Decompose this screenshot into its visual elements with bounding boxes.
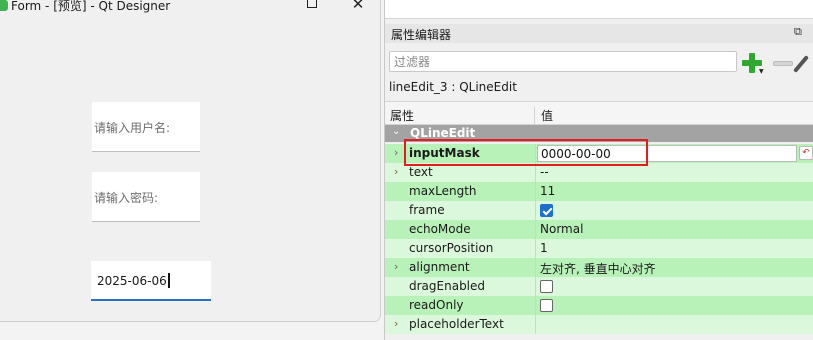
configure-icon[interactable] — [793, 55, 809, 73]
property-value-cell[interactable]: 11 — [535, 182, 813, 201]
float-dock-icon[interactable]: ⧉ — [794, 25, 802, 39]
property-row-placeholdertext[interactable]: › placeholderText — [385, 315, 813, 334]
qt-designer-app-icon — [0, 0, 8, 11]
filter-input[interactable] — [390, 52, 736, 71]
property-name: frame — [409, 203, 445, 217]
property-name: placeholderText — [409, 317, 504, 331]
property-name-cell: echoMode — [385, 220, 535, 239]
property-row-echomode[interactable]: echoMode Normal — [385, 220, 813, 239]
property-value-cell[interactable]: Normal — [535, 220, 813, 239]
property-column-header[interactable]: 属性 — [390, 107, 414, 124]
object-class-label: lineEdit_3 : QLineEdit — [389, 80, 517, 94]
dragenabled-checkbox[interactable] — [540, 280, 553, 293]
top-strip — [385, 0, 813, 19]
property-name: readOnly — [409, 298, 464, 312]
remove-property-icon[interactable] — [773, 61, 793, 66]
window-title: Form - [预览] - Qt Designer — [11, 0, 171, 13]
reset-property-button[interactable]: ↶ — [799, 146, 813, 160]
property-value: -- — [540, 165, 549, 179]
preview-window: Form - [预览] - Qt Designer — ✕ 请输入用户名: 请输… — [0, 0, 381, 322]
close-button[interactable]: ✕ — [348, 0, 368, 12]
minimize-button[interactable]: — — [257, 0, 277, 7]
property-editor-title: 属性编辑器 — [391, 28, 452, 42]
property-name: maxLength — [409, 184, 477, 198]
property-value-cell[interactable] — [535, 296, 813, 315]
inputmask-highlight-box — [404, 139, 648, 166]
property-row-frame[interactable]: frame — [385, 201, 813, 220]
date-input[interactable]: 2025-06-06 — [91, 261, 211, 301]
property-value-cell[interactable]: 1 — [535, 239, 813, 258]
property-name-cell: dragEnabled — [385, 277, 535, 296]
property-name-cell: maxLength — [385, 182, 535, 201]
expand-arrow-icon[interactable]: › — [394, 260, 398, 273]
property-table-header: 属性 值 — [385, 101, 813, 131]
preview-titlebar[interactable]: Form - [预览] - Qt Designer — ✕ — [0, 0, 380, 14]
property-name-cell: frame — [385, 201, 535, 220]
collapse-arrow-icon[interactable]: ⌄ — [392, 126, 400, 137]
property-value: 左对齐, 垂直中心对齐 — [540, 262, 656, 276]
date-text: 2025-06-06 — [97, 274, 167, 288]
property-value-cell[interactable]: 左对齐, 垂直中心对齐 — [535, 258, 813, 277]
expand-arrow-icon[interactable]: › — [394, 165, 398, 178]
property-editor-header: 属性编辑器 ⧉ — [385, 24, 813, 43]
password-placeholder: 请输入密码: — [94, 191, 159, 205]
username-input[interactable]: 请输入用户名: — [92, 102, 200, 152]
property-row-dragenabled[interactable]: dragEnabled — [385, 277, 813, 296]
frame-checkbox[interactable] — [540, 204, 553, 217]
property-name: dragEnabled — [409, 279, 486, 293]
property-name-cell: cursorPosition — [385, 239, 535, 258]
property-editor-panel: 属性编辑器 ⧉ ▼ lineEdit_3 : QLineEdit 属性 值 ⌄ … — [384, 0, 813, 340]
property-value: Normal — [540, 222, 584, 236]
expand-arrow-icon[interactable]: › — [394, 146, 398, 159]
property-value-cell[interactable] — [535, 201, 813, 220]
property-row-cursorposition[interactable]: cursorPosition 1 — [385, 239, 813, 258]
property-value-cell[interactable] — [535, 277, 813, 296]
property-name-cell: › alignment — [385, 258, 535, 277]
property-name-cell: readOnly — [385, 296, 535, 315]
property-name: text — [409, 165, 433, 179]
property-row-alignment[interactable]: › alignment 左对齐, 垂直中心对齐 — [385, 258, 813, 277]
property-name: cursorPosition — [409, 241, 494, 255]
password-input[interactable]: 请输入密码: — [92, 172, 200, 222]
text-cursor — [167, 273, 170, 288]
property-name-cell: › placeholderText — [385, 315, 535, 334]
readonly-checkbox[interactable] — [540, 299, 553, 312]
add-dropdown-arrow-icon[interactable]: ▼ — [759, 68, 764, 75]
property-value: 1 — [540, 241, 548, 255]
username-placeholder: 请输入用户名: — [94, 121, 171, 135]
property-row-readonly[interactable]: readOnly — [385, 296, 813, 315]
property-value-cell[interactable] — [535, 315, 813, 334]
property-name: echoMode — [409, 222, 471, 236]
property-name: alignment — [409, 260, 470, 274]
expand-arrow-icon[interactable]: › — [394, 317, 398, 330]
property-value: 11 — [540, 184, 556, 198]
date-input-value: 2025-06-06 — [97, 273, 170, 288]
filter-field[interactable] — [389, 51, 737, 72]
group-name: QLineEdit — [410, 126, 476, 140]
value-column-header[interactable]: 值 — [541, 107, 553, 124]
maximize-button[interactable] — [302, 0, 322, 12]
maximize-icon — [307, 0, 317, 8]
property-row-maxlength[interactable]: maxLength 11 — [385, 182, 813, 201]
